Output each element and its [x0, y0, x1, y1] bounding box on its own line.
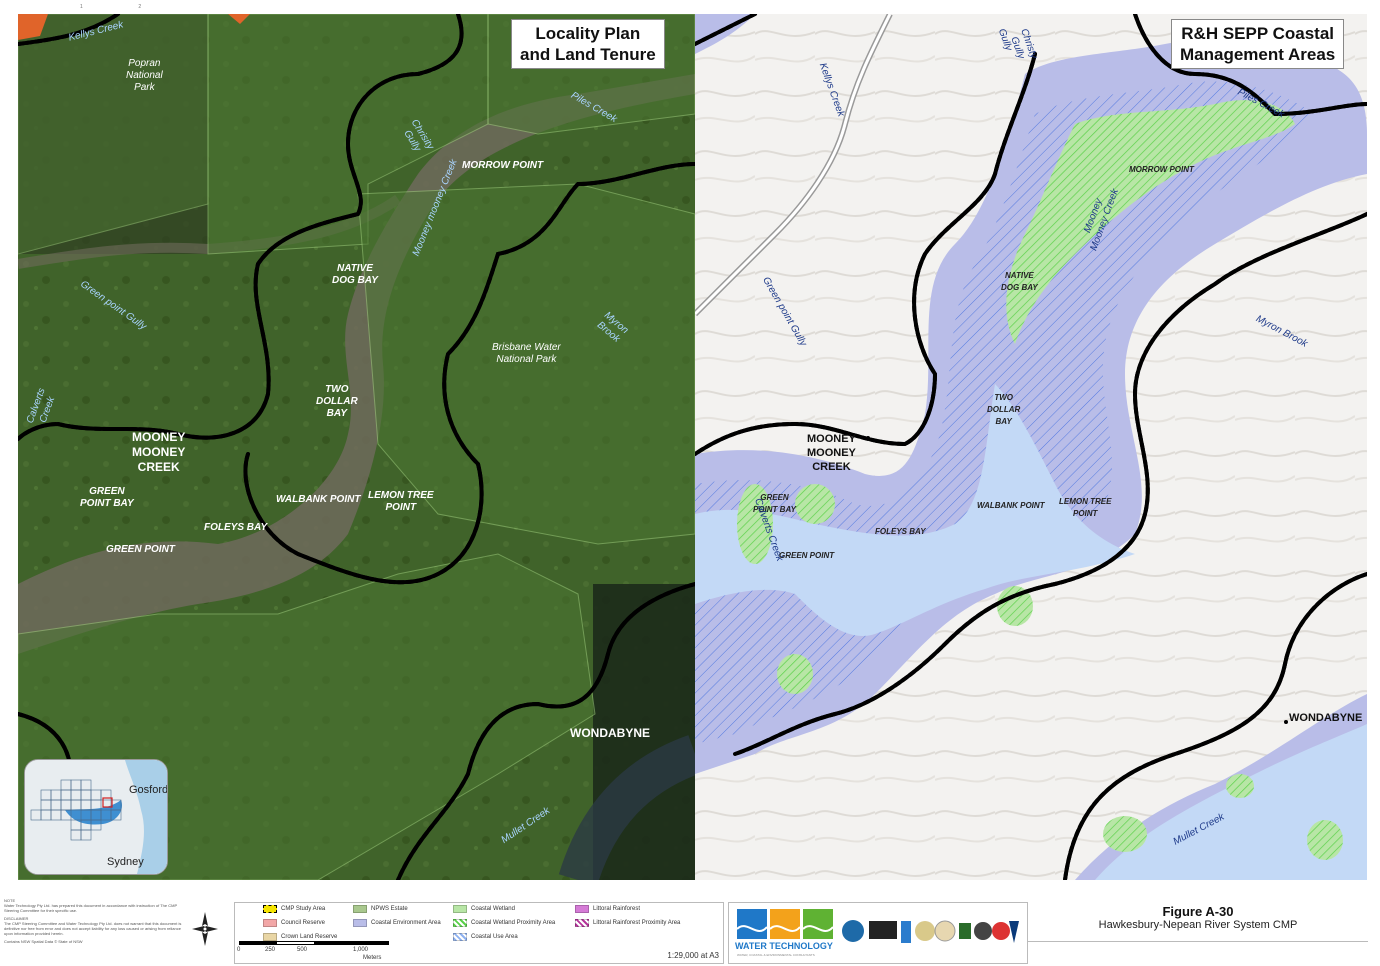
label-lemon-tree-point: LEMON TREE POINT — [1059, 497, 1112, 518]
label-two-dollar-bay: TWO DOLLAR BAY — [987, 393, 1021, 426]
legend-swatch — [575, 919, 589, 927]
legend-item-council-reserve: Council Reserve — [263, 919, 325, 927]
logo-block: WATER TECHNOLOGY WATER, COASTAL & ENVIRO… — [728, 902, 1028, 964]
logo-name: WATER TECHNOLOGY — [735, 941, 833, 951]
map-sheet: 1 2 Locality Plan and Land Tenure Kellys… — [0, 0, 1380, 966]
scale-ratio: 1:29,000 at A3 — [667, 951, 719, 960]
figure-title-block: Figure A-30 Hawkesbury-Nepean River Syst… — [1028, 904, 1368, 958]
legend-item-crown-land: Crown Land Reserve — [263, 933, 337, 941]
label-native-dog-bay: NATIVE DOG BAY — [1001, 271, 1038, 292]
label-mooney-mooney-creek-town: MOONEY MOONEY CREEK — [132, 430, 186, 474]
label-mooney-mooney-creek-town: MOONEY MOONEY CREEK — [807, 433, 856, 473]
legend-item-littoral-rainforest: Littoral Rainforest — [575, 905, 640, 913]
north-arrow-icon — [192, 912, 218, 946]
label-wondabyne: WONDABYNE — [570, 726, 650, 740]
inset-locator-map[interactable]: Gosford Sydney — [24, 759, 168, 875]
label-popran-np: Popran National Park — [126, 58, 163, 93]
note-text: Water Technology Pty Ltd. has prepared t… — [4, 903, 178, 913]
scale-tick-1000: 1,000 — [353, 947, 369, 953]
label-green-point: GREEN POINT — [106, 544, 175, 555]
label-foleys-bay: FOLEYS BAY — [204, 522, 268, 533]
figure-number: Figure A-30 — [1162, 904, 1234, 919]
figure-metadata-row — [1028, 941, 1368, 958]
coastal-map-graphic — [695, 14, 1367, 880]
water-technology-logo-icon — [737, 909, 833, 939]
label-green-point-bay: GREEN POINT BAY — [80, 486, 134, 509]
label-brisbane-water-np: Brisbane Water National Park — [492, 342, 561, 365]
legend-swatch — [263, 919, 277, 927]
label-lemon-tree-point: LEMON TREE POINT — [368, 490, 434, 513]
title-line-1: Locality Plan — [535, 24, 641, 43]
legend-item-npws: NPWS Estate — [353, 905, 408, 913]
legend-item-wetland-proximity: Coastal Wetland Proximity Area — [453, 919, 555, 927]
label-walbank-point: WALBANK POINT — [276, 494, 361, 505]
scale-bar — [239, 941, 389, 945]
disclaimer-text: The CMP Steering Committee and Water Tec… — [4, 921, 182, 936]
scale-tick-500: 500 — [297, 947, 308, 953]
label-morrow-point: MORROW POINT — [462, 160, 544, 171]
partner-logos-icon — [842, 920, 1019, 943]
label-native-dog-bay: NATIVE DOG BAY — [332, 263, 378, 286]
inset-label-sydney: Sydney — [107, 856, 144, 868]
inset-map-graphic — [25, 760, 167, 874]
scale-unit: Meters — [363, 955, 382, 961]
legend-swatch — [575, 905, 589, 913]
scale-tick-250: 250 — [265, 947, 276, 953]
title-line-1: R&H SEPP Coastal — [1181, 24, 1334, 43]
notes-block: NOTE Water Technology Pty Ltd. has prepa… — [4, 898, 184, 962]
locality-map-panel[interactable]: Locality Plan and Land Tenure Kellys Cre… — [18, 14, 695, 880]
figure-subtitle: Hawkesbury-Nepean River System CMP — [1098, 919, 1298, 931]
locality-plan-title: Locality Plan and Land Tenure — [511, 19, 665, 69]
legend-item-coastal-use: Coastal Use Area — [453, 933, 518, 941]
title-line-2: Management Areas — [1180, 45, 1336, 64]
grid-ruler-top: 1 2 — [80, 4, 142, 10]
title-line-2: and Land Tenure — [520, 45, 656, 64]
legend-swatch — [263, 905, 277, 913]
scale-tick-0: 0 — [237, 947, 241, 953]
locality-map-graphic — [18, 14, 695, 880]
legend-item-wetland: Coastal Wetland — [453, 905, 515, 913]
logo-tagline: WATER, COASTAL & ENVIRONMENTAL CONSULTAN… — [737, 953, 815, 957]
legend-swatch — [453, 905, 467, 913]
legend-item-coastal-env: Coastal Environment Area — [353, 919, 441, 927]
label-two-dollar-bay: TWO DOLLAR BAY — [316, 384, 358, 419]
legend-swatch — [263, 933, 277, 941]
legend-swatch — [453, 919, 467, 927]
legend-item-littoral-proximity: Littoral Rainforest Proximity Area — [575, 919, 680, 927]
label-wondabyne: WONDABYNE — [1289, 712, 1363, 724]
label-walbank-point: WALBANK POINT — [977, 501, 1045, 510]
legend-box: CMP Study Area Council Reserve Crown Lan… — [234, 902, 724, 964]
coastal-management-title: R&H SEPP Coastal Management Areas — [1171, 19, 1345, 69]
label-green-point: GREEN POINT — [779, 551, 835, 560]
legend-swatch — [453, 933, 467, 941]
legend-swatch — [353, 919, 367, 927]
legend-item-study-area: CMP Study Area — [263, 905, 325, 913]
inset-label-gosford: Gosford — [129, 784, 168, 796]
data-source-note: Contains NSW Spatial Data © State of NSW — [4, 939, 83, 944]
legend-swatch — [353, 905, 367, 913]
coastal-management-map-panel[interactable]: R&H SEPP Coastal Management Areas Kellys… — [695, 14, 1367, 880]
label-morrow-point: MORROW POINT — [1129, 165, 1194, 174]
label-foleys-bay: FOLEYS BAY — [875, 527, 926, 536]
